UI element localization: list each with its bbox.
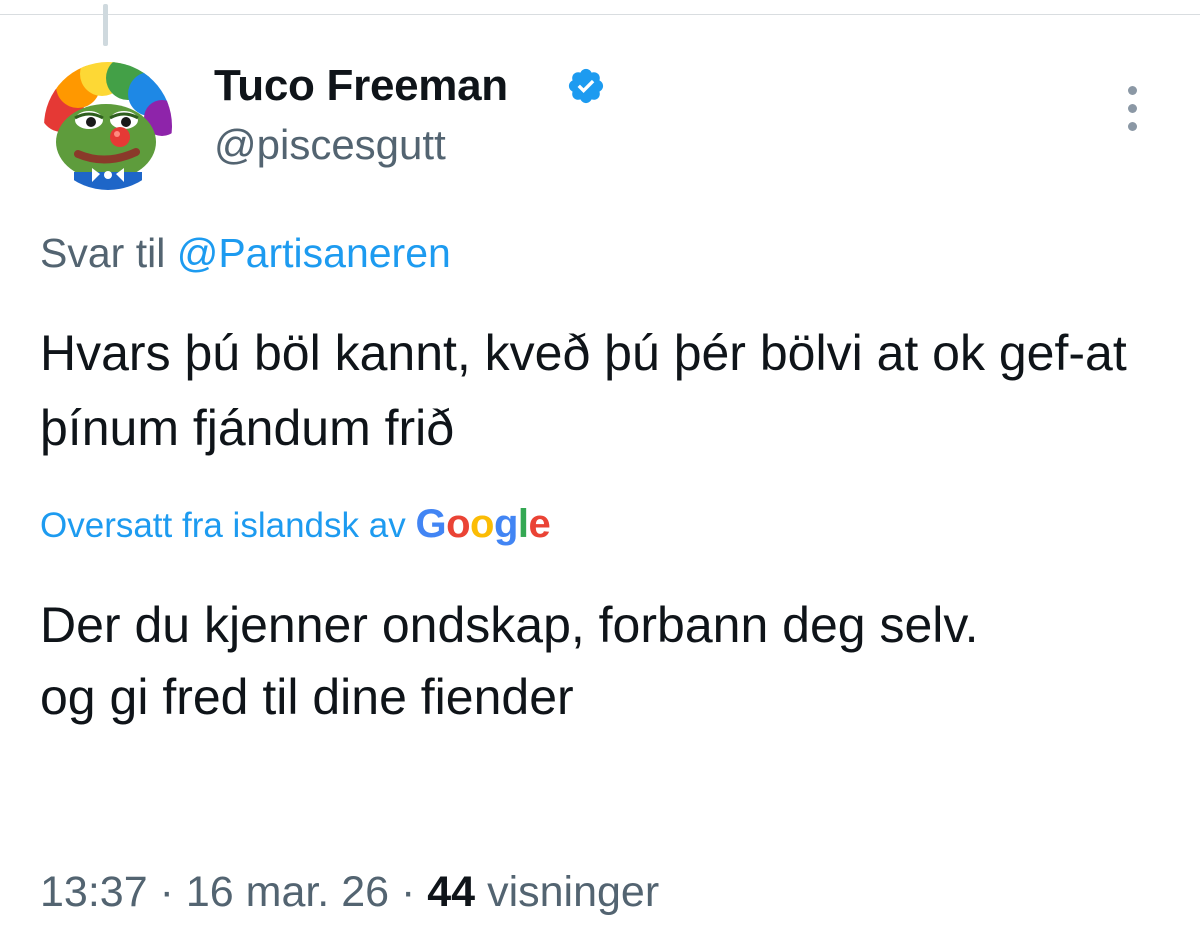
google-logo: Google [415, 502, 550, 546]
user-handle[interactable]: @piscesgutt [214, 117, 446, 173]
reply-prefix: Svar til [40, 230, 166, 276]
translation-attribution[interactable]: Oversatt fra islandsk av Google [40, 497, 551, 553]
display-name[interactable]: Tuco Freeman [214, 56, 508, 116]
meta-separator: · [159, 868, 174, 916]
google-logo-letter: l [517, 502, 529, 546]
more-dot-icon [1128, 104, 1137, 113]
views-label: visninger [487, 868, 660, 916]
avatar[interactable] [44, 62, 172, 190]
google-logo-letter: o [446, 502, 470, 546]
more-dot-icon [1128, 86, 1137, 95]
google-logo-letter: g [493, 502, 518, 546]
clown-frog-avatar-icon [44, 62, 172, 190]
tweet-text: Hvars þú böl kannt, kveð þú þér bölvi at… [40, 325, 1127, 456]
reply-context: Svar til @Partisaneren [40, 225, 451, 281]
translation-label: Oversatt fra islandsk av [40, 506, 406, 545]
tweet-time-link[interactable]: 13:37 [40, 868, 148, 916]
top-divider [0, 14, 1200, 15]
tweet-date-link[interactable]: 16 mar. 26 [186, 868, 389, 916]
meta-separator: · [400, 868, 416, 916]
more-dot-icon [1128, 122, 1137, 131]
views-count: 44 [427, 868, 476, 916]
google-logo-letter: e [528, 502, 551, 546]
tweet-metadata: 13:37 · 16 mar. 26 · 44 visninger [40, 862, 659, 922]
more-options-button[interactable] [1112, 82, 1154, 138]
verified-badge-icon [566, 66, 606, 106]
google-logo-letter: G [415, 502, 447, 546]
thread-connector-line [103, 4, 108, 46]
google-logo-letter: o [470, 502, 494, 546]
translated-text: Der du kjenner ondskap, forbann deg selv… [40, 597, 979, 725]
reply-to-mention-link[interactable]: @Partisaneren [177, 230, 451, 276]
